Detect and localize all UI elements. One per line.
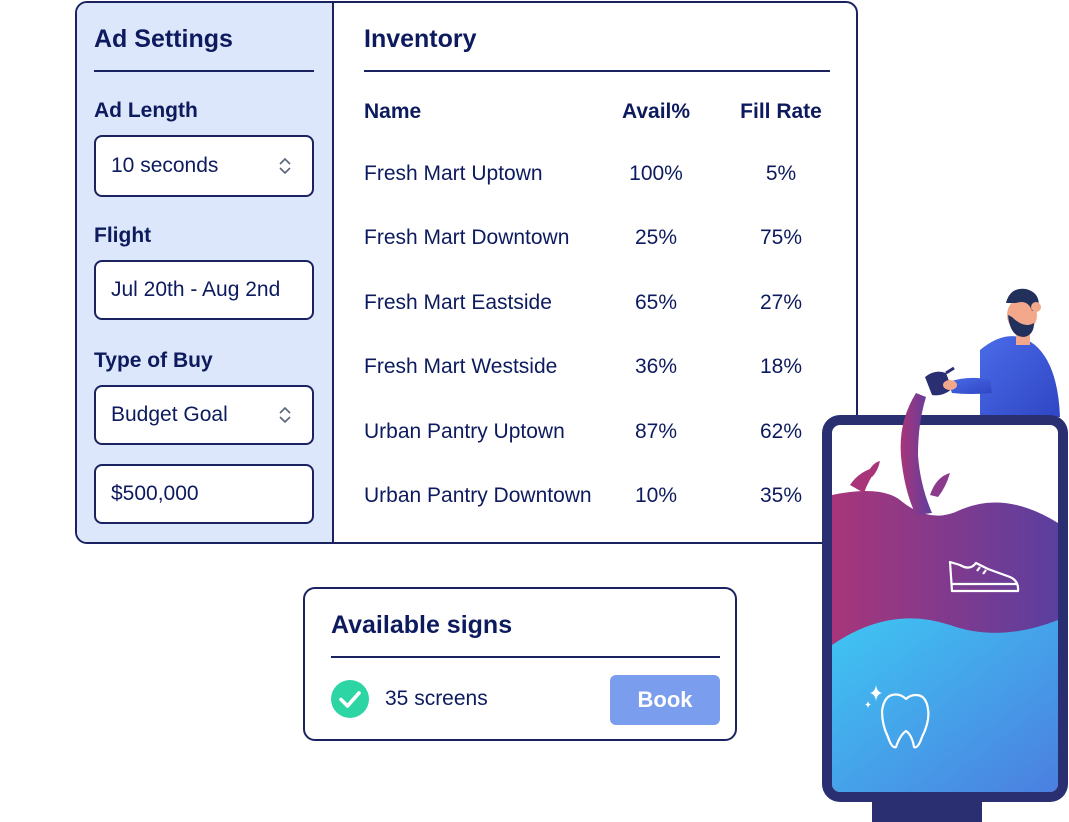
budget-input[interactable]: $500,000 [94, 464, 314, 524]
type-of-buy-value: Budget Goal [111, 403, 228, 426]
ad-settings-panel: Ad Settings Ad Length 10 seconds Flight … [77, 3, 334, 542]
available-signs-title: Available signs [331, 611, 513, 639]
screen-count: 35 screens [385, 687, 488, 710]
divider [94, 70, 314, 72]
inventory-panel: Inventory Name Avail% Fill Rate Fresh Ma… [336, 3, 856, 542]
row-name: Urban Pantry Uptown [364, 420, 565, 443]
row-avail: 10% [634, 484, 678, 507]
budget-value: $500,000 [111, 482, 199, 505]
row-fill-rate: 5% [765, 162, 797, 185]
type-of-buy-select[interactable]: Budget Goal [94, 385, 314, 445]
row-name: Fresh Mart Uptown [364, 162, 543, 185]
book-button[interactable]: Book [610, 675, 720, 725]
ad-length-label: Ad Length [94, 99, 198, 122]
row-avail: 65% [634, 291, 678, 314]
type-of-buy-label: Type of Buy [94, 349, 213, 372]
digital-sign-illustration [822, 288, 1068, 822]
divider [364, 70, 830, 72]
row-avail: 25% [634, 226, 678, 249]
ad-length-value: 10 seconds [111, 154, 219, 177]
table-row[interactable]: Urban Pantry Downtown 10% 35% [336, 484, 856, 524]
ad-length-select[interactable]: 10 seconds [94, 135, 314, 197]
table-row[interactable]: Fresh Mart Uptown 100% 5% [336, 162, 856, 202]
row-name: Fresh Mart Eastside [364, 291, 552, 314]
available-signs-card: Available signs 35 screens Book [303, 587, 737, 741]
flight-date-field[interactable]: Jul 20th - Aug 2nd [94, 260, 314, 320]
main-panel: Ad Settings Ad Length 10 seconds Flight … [75, 1, 858, 544]
column-header-name: Name [364, 100, 422, 123]
flight-label: Flight [94, 224, 152, 247]
row-avail: 87% [634, 420, 678, 443]
table-row[interactable]: Fresh Mart Eastside 65% 27% [336, 291, 856, 331]
row-fill-rate: 18% [759, 355, 803, 378]
flight-value: Jul 20th - Aug 2nd [111, 278, 281, 301]
row-name: Urban Pantry Downtown [364, 484, 592, 507]
row-avail: 36% [634, 355, 678, 378]
row-fill-rate: 75% [759, 226, 803, 249]
row-fill-rate: 62% [759, 420, 803, 443]
chevron-up-down-icon [279, 406, 291, 424]
person-figure [925, 288, 1060, 417]
chevron-up-down-icon [279, 157, 291, 175]
row-fill-rate: 27% [759, 291, 803, 314]
check-circle-icon [331, 680, 369, 718]
row-avail: 100% [629, 162, 683, 185]
row-fill-rate: 35% [759, 484, 803, 507]
column-header-avail: Avail% [621, 100, 691, 123]
table-row[interactable]: Fresh Mart Westside 36% 18% [336, 355, 856, 395]
inventory-title: Inventory [364, 25, 477, 53]
divider [331, 656, 720, 658]
table-row[interactable]: Fresh Mart Downtown 25% 75% [336, 226, 856, 266]
row-name: Fresh Mart Westside [364, 355, 558, 378]
table-row[interactable]: Urban Pantry Uptown 87% 62% [336, 420, 856, 460]
row-name: Fresh Mart Downtown [364, 226, 570, 249]
ad-settings-title: Ad Settings [94, 25, 233, 53]
column-header-fill-rate: Fill Rate [740, 100, 822, 123]
